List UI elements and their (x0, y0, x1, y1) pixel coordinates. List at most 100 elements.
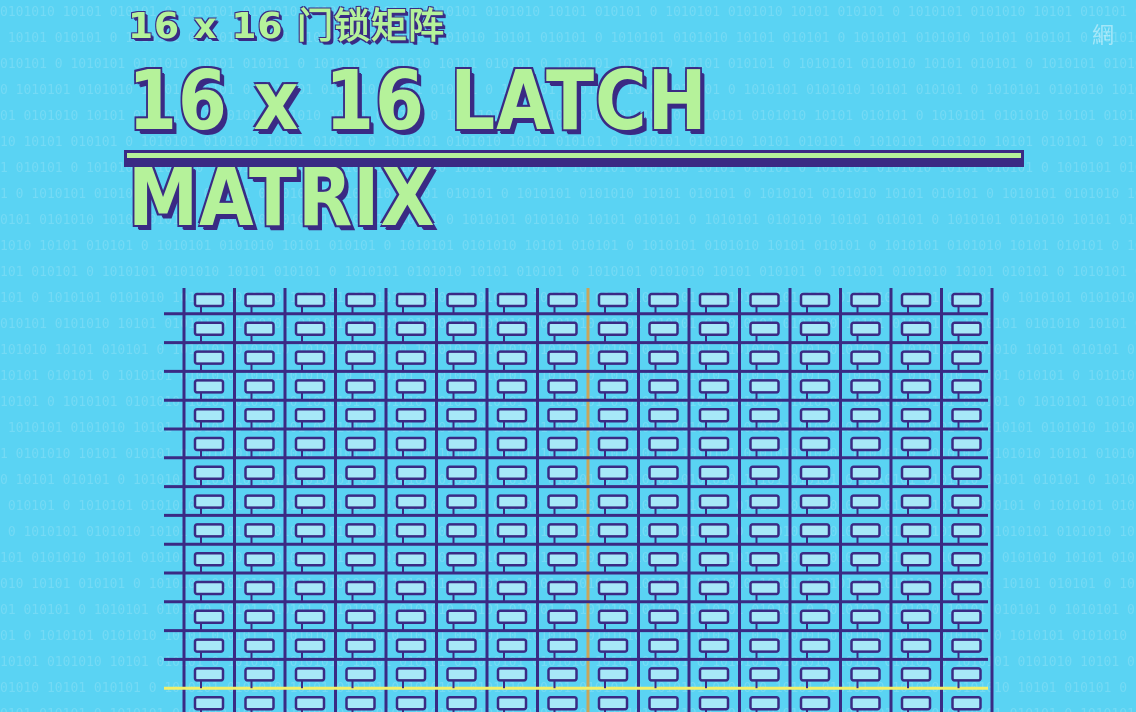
latch-cell (951, 465, 982, 481)
latch-cell (951, 551, 982, 567)
latch-cell (597, 667, 629, 682)
latch-cell (799, 523, 831, 538)
latch-cell (547, 551, 578, 567)
latch-cell (446, 667, 477, 682)
latch-cell (496, 609, 528, 625)
latch-cell (698, 523, 730, 538)
latch-cell (951, 436, 982, 452)
latch-cell (749, 667, 780, 682)
latch-cell (496, 551, 528, 567)
latch-cell (698, 292, 730, 308)
latch-cell (900, 292, 932, 308)
latch-cell (294, 494, 326, 509)
latch-cell (446, 609, 477, 625)
latch-cell (749, 350, 780, 365)
latch-cell (900, 551, 932, 567)
latch-cell (850, 638, 881, 653)
latch-cell (193, 321, 225, 337)
latch-cell (799, 667, 831, 682)
latch-cell (749, 580, 780, 596)
latch-cell (698, 580, 730, 596)
latch-cell (900, 580, 932, 596)
latch-cell (395, 436, 427, 452)
latch-cell (951, 609, 982, 625)
latch-cell (900, 667, 932, 682)
latch-cell (193, 407, 225, 423)
latch-cell (547, 292, 578, 308)
latch-cell (900, 494, 932, 509)
latch-cell (951, 350, 982, 365)
latch-cell (799, 350, 831, 365)
latch-cell (749, 407, 780, 423)
latch-cell (951, 638, 982, 653)
latch-cell (749, 465, 780, 481)
latch-cell (850, 321, 881, 337)
latch-cell (345, 321, 376, 337)
latch-cell (395, 609, 427, 625)
latch-cell (547, 638, 578, 653)
latch-cell (648, 667, 679, 682)
latch-cell (345, 523, 376, 538)
latch-cell (648, 551, 679, 567)
latch-cell (749, 695, 780, 711)
latch-cell (244, 551, 275, 567)
latch-cell (547, 494, 578, 509)
latch-cell (193, 609, 225, 625)
latch-cell (446, 465, 477, 481)
latch-cell (698, 638, 730, 653)
latch-cell (496, 580, 528, 596)
latch-cell (244, 465, 275, 481)
latch-cell (648, 407, 679, 423)
latch-cell (698, 609, 730, 625)
latch-cell (345, 638, 376, 653)
latch-cell (597, 494, 629, 509)
latch-cell (597, 292, 629, 308)
latch-cell (193, 695, 225, 711)
latch-cell (496, 379, 528, 394)
latch-cell (294, 695, 326, 711)
latch-cell (850, 465, 881, 481)
latch-cell (345, 609, 376, 625)
latch-cell (446, 407, 477, 423)
latch-cell (446, 292, 477, 308)
latch-cell (900, 379, 932, 394)
latch-cell (951, 321, 982, 337)
latch-cell (799, 609, 831, 625)
latch-cell (648, 350, 679, 365)
latch-cell (244, 695, 275, 711)
latch-cell (547, 465, 578, 481)
latch-cell (496, 523, 528, 538)
latch-cell (294, 609, 326, 625)
latch-cell (850, 494, 881, 509)
latch-cell (496, 494, 528, 509)
latch-cell (799, 580, 831, 596)
latch-cell (244, 638, 275, 653)
latch-cell (749, 609, 780, 625)
latch-cell (749, 379, 780, 394)
latch-cell (244, 292, 275, 308)
latch-cell (900, 350, 932, 365)
latch-cell (799, 407, 831, 423)
latch-cell (244, 407, 275, 423)
latch-cell (395, 494, 427, 509)
latch-cell (294, 407, 326, 423)
latch-cell (193, 523, 225, 538)
latch-cell (597, 436, 629, 452)
latch-cell (193, 667, 225, 682)
latch-cell (900, 465, 932, 481)
latch-cell (698, 379, 730, 394)
latch-cell (395, 379, 427, 394)
latch-cell (597, 407, 629, 423)
latch-cell (294, 465, 326, 481)
latch-cell (900, 695, 932, 711)
latch-cell (698, 321, 730, 337)
latch-cell (547, 523, 578, 538)
latch-cell (294, 321, 326, 337)
latch-cell (446, 436, 477, 452)
latch-cell (597, 523, 629, 538)
latch-cell (648, 638, 679, 653)
latch-cell (446, 638, 477, 653)
latch-cell (547, 609, 578, 625)
latch-cell (345, 350, 376, 365)
latch-cell (395, 321, 427, 337)
